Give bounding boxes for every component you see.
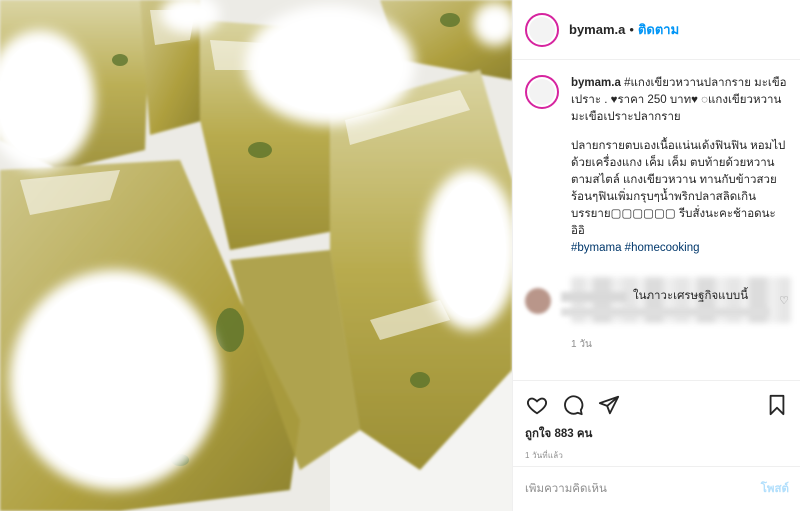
post-header: bymam.a • ติดตาม xyxy=(513,0,800,60)
caption-area: bymam.a #แกงเขียวหวานปลากราย มะเขือเปราะ… xyxy=(513,61,800,387)
bookmark-icon[interactable] xyxy=(765,393,789,417)
caption-time: 1 วัน xyxy=(571,339,592,350)
action-bar: ถูกใจ 883 คน 1 วันที่แล้ว xyxy=(513,380,800,464)
caption-avatar[interactable] xyxy=(525,75,559,109)
comment-blurred-line xyxy=(561,308,769,316)
caption-line2: ปลายกรายตบเองเนื้อแน่นเด้งฟินฟิน หอมไปด้… xyxy=(571,140,786,237)
avatar-logo xyxy=(529,16,555,43)
post-button[interactable]: โพสต์ xyxy=(761,480,789,498)
share-icon[interactable] xyxy=(597,393,621,417)
post-photo[interactable] xyxy=(0,0,512,511)
icon-row xyxy=(525,391,789,419)
caption-text: bymam.a #แกงเขียวหวานปลากราย มะเขือเปราะ… xyxy=(571,75,789,269)
post-date: 1 วันที่แล้ว xyxy=(525,451,564,460)
add-comment-bar: โพสต์ xyxy=(513,466,800,511)
comment-icon[interactable] xyxy=(561,393,585,417)
comment-username-blurred xyxy=(561,292,627,302)
header-separator: • xyxy=(629,22,634,37)
comment-row: ในภาวะเศรษฐกิจแบบนี้ ♡ xyxy=(525,288,789,316)
heart-icon[interactable] xyxy=(525,393,549,417)
avatar[interactable] xyxy=(525,12,559,47)
curry-bags-image xyxy=(0,0,512,511)
comment-avatar[interactable] xyxy=(525,288,551,314)
comment-text: ในภาวะเศรษฐกิจแบบนี้ xyxy=(633,290,749,302)
likes-count[interactable]: ถูกใจ 883 คน xyxy=(525,425,789,443)
comment-heart-icon[interactable]: ♡ xyxy=(779,294,789,307)
caption-avatar-logo xyxy=(529,79,555,105)
header-username[interactable]: bymam.a xyxy=(569,22,625,37)
post-panel: bymam.a • ติดตาม bymam.a #แกงเขียวหวานปล… xyxy=(512,0,800,511)
caption-row: bymam.a #แกงเขียวหวานปลากราย มะเขือเปราะ… xyxy=(525,75,789,269)
caption-hashtags[interactable]: #bymama #homecooking xyxy=(571,240,789,257)
comment-input[interactable] xyxy=(525,483,761,495)
follow-button[interactable]: ติดตาม xyxy=(638,19,679,40)
caption-username[interactable]: bymam.a xyxy=(571,77,621,89)
